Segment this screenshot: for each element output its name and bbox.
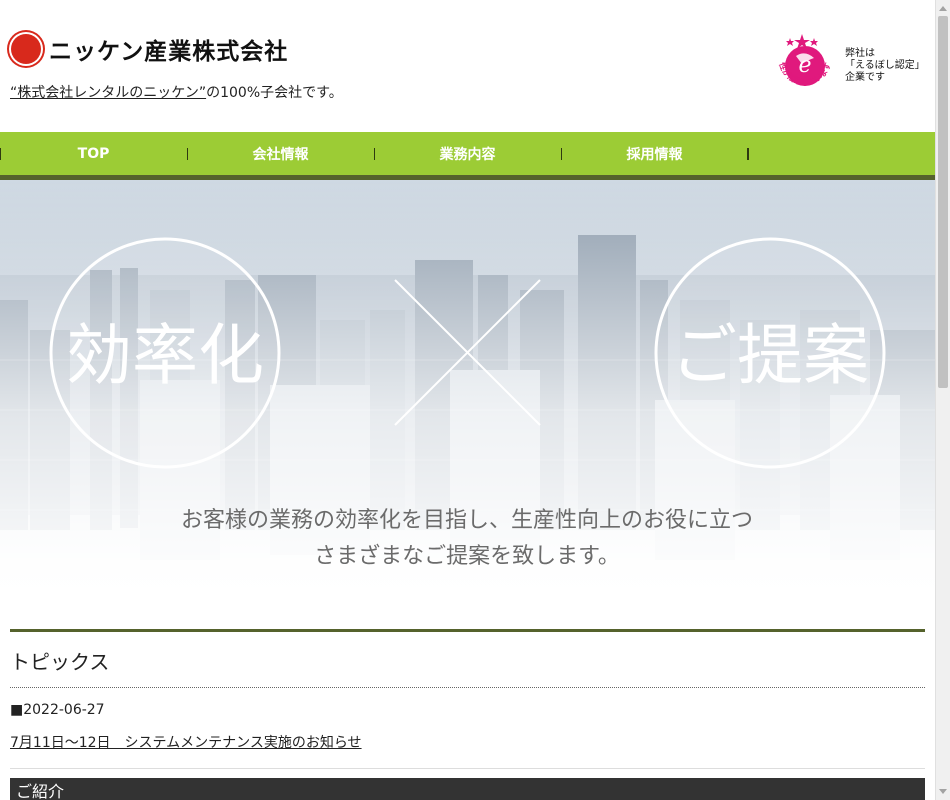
scroll-down-arrow-icon[interactable] xyxy=(939,789,947,794)
main-nav: TOP 会社情報 業務内容 採用情報 xyxy=(0,132,935,180)
parent-company-note-rest: の100%子会社です。 xyxy=(206,85,343,101)
hero-caption-line1: お客様の業務の効率化を目指し、生産性向上のお役に立つ xyxy=(181,508,753,533)
topics-section: トピックス ■2022-06-27 7月11日〜12日 システムメンテナンス実施… xyxy=(10,629,925,769)
intro-heading: ご紹介 xyxy=(10,778,925,800)
parent-company-note: “株式会社レンタルのニッケン”の100%子会社です。 xyxy=(10,82,343,102)
eruboshi-caption: 弊社は 「えるぼし認定」 企業です xyxy=(845,48,925,100)
scroll-up-arrow-icon[interactable] xyxy=(939,6,947,11)
site-header: ニッケン産業株式会社 “株式会社レンタルのニッケン”の100%子会社です。 e xyxy=(0,0,935,132)
nav-item-business[interactable]: 業務内容 xyxy=(374,132,561,175)
topic-date: ■2022-06-27 xyxy=(10,702,105,718)
eruboshi-line2: 「えるぼし認定」 xyxy=(845,60,925,71)
hero-left-circle-text: 効率化 xyxy=(66,317,264,394)
eruboshi-logo-icon: e 女性が活躍しています！ xyxy=(768,22,838,100)
scroll-thumb[interactable] xyxy=(938,16,948,388)
vertical-scrollbar[interactable] xyxy=(935,0,950,800)
page: ニッケン産業株式会社 “株式会社レンタルのニッケン”の100%子会社です。 e xyxy=(0,0,935,800)
nav-item-recruit[interactable]: 採用情報 xyxy=(561,132,748,175)
hero-image: 効率化 ご提案 お客様の業務の効率化を目指し、生産性向上のお役に立つ さまざまな… xyxy=(0,180,935,610)
nav-spacer xyxy=(748,132,935,175)
nav-item-company[interactable]: 会社情報 xyxy=(187,132,374,175)
topic-divider xyxy=(10,768,925,769)
logo-circle-icon xyxy=(11,34,41,64)
eruboshi-line3: 企業です xyxy=(845,72,885,83)
topic-link[interactable]: 7月11日〜12日 システムメンテナンス実施のお知らせ xyxy=(10,732,362,752)
logo-text: ニッケン産業株式会社 xyxy=(49,39,289,65)
eruboshi-certification: e 女性が活躍しています！ 弊社は 「えるぼし認定」 企業です xyxy=(768,22,925,100)
topics-title: トピックス xyxy=(10,632,925,688)
hero-right-circle-text: ご提案 xyxy=(671,317,869,394)
hero-banner: 効率化 ご提案 お客様の業務の効率化を目指し、生産性向上のお役に立つ さまざまな… xyxy=(0,180,935,610)
svg-text:e: e xyxy=(798,53,811,78)
parent-company-link[interactable]: “株式会社レンタルのニッケン” xyxy=(10,85,206,101)
eruboshi-line1: 弊社は xyxy=(845,48,875,59)
nav-item-top[interactable]: TOP xyxy=(0,132,187,175)
hero-caption-line2: さまざまなご提案を致します。 xyxy=(314,543,620,569)
company-logo[interactable]: ニッケン産業株式会社 xyxy=(11,32,288,66)
